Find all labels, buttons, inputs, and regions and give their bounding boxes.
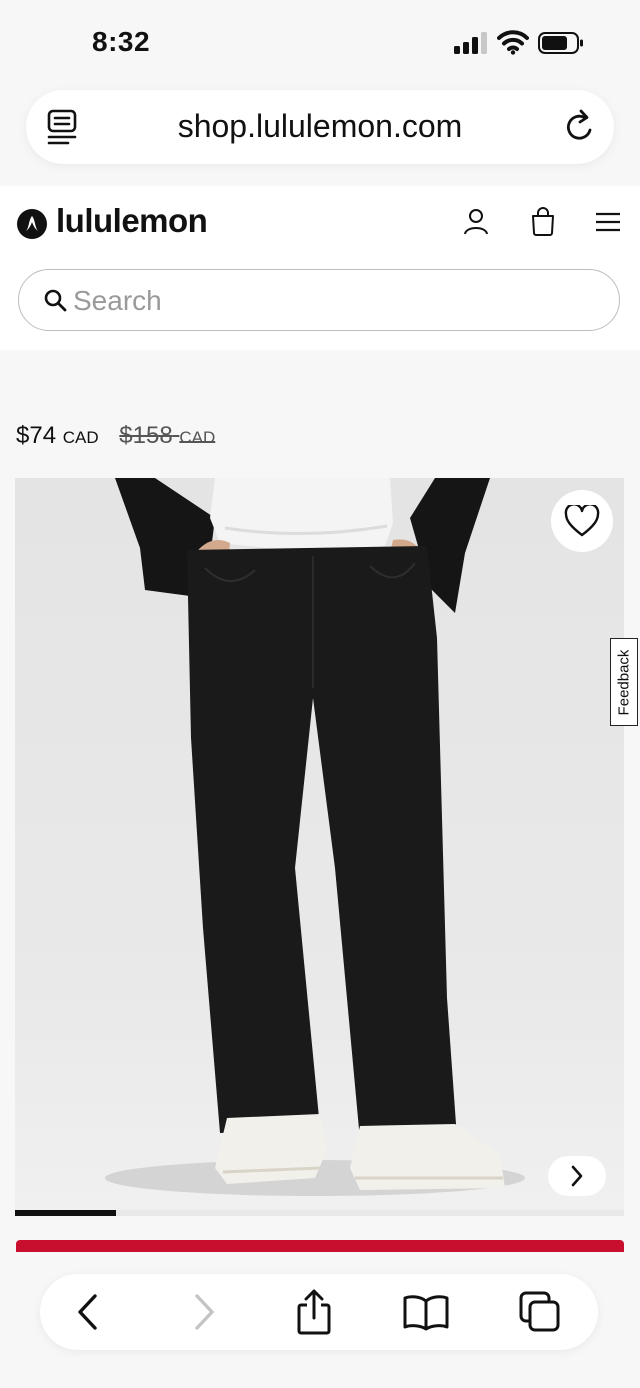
tabs-button[interactable]	[514, 1286, 566, 1338]
current-price-amount: $74	[16, 422, 57, 449]
search-input[interactable]	[71, 280, 595, 322]
wifi-icon	[497, 30, 529, 55]
gallery-progress-indicator	[15, 1210, 117, 1216]
original-price: $158 CAD	[119, 422, 215, 449]
bookmarks-button[interactable]	[400, 1286, 452, 1338]
gallery-progress-track	[15, 1210, 624, 1216]
price-row: $74 CAD $158 CAD	[16, 422, 215, 450]
back-icon	[78, 1294, 97, 1330]
brand-name[interactable]: lululemon	[56, 202, 208, 240]
search-box[interactable]	[18, 269, 620, 331]
original-price-currency: CAD	[179, 428, 216, 447]
menu-icon[interactable]	[594, 210, 622, 234]
cellular-signal-icon	[454, 32, 487, 54]
address-bar[interactable]: shop.lululemon.com	[26, 90, 614, 164]
feedback-tab[interactable]: Feedback	[610, 638, 638, 726]
tabs-icon	[519, 1291, 560, 1332]
original-price-amount: $158	[119, 422, 173, 449]
forward-button[interactable]	[178, 1286, 230, 1338]
feedback-label: Feedback	[615, 649, 633, 715]
next-image-button[interactable]	[548, 1156, 606, 1196]
site-header: lululemon	[0, 186, 640, 350]
add-to-bag-bar[interactable]	[16, 1240, 624, 1252]
bag-icon[interactable]	[530, 206, 556, 236]
product-image-gallery[interactable]	[15, 478, 624, 1210]
share-button[interactable]	[288, 1286, 340, 1338]
url-text[interactable]: shop.lululemon.com	[26, 108, 614, 145]
battery-icon	[538, 32, 583, 54]
search-icon	[44, 289, 67, 312]
lululemon-logo[interactable]	[16, 208, 48, 240]
wishlist-button[interactable]	[551, 490, 613, 552]
heart-icon	[564, 505, 600, 537]
back-button[interactable]	[62, 1286, 114, 1338]
product-photo	[105, 478, 525, 1196]
bookmarks-icon	[403, 1295, 449, 1331]
forward-icon	[195, 1294, 214, 1330]
status-bar: 8:32	[0, 0, 640, 86]
current-price: $74 CAD	[16, 422, 99, 449]
toolbar-pill	[40, 1274, 598, 1350]
chevron-right-icon	[571, 1165, 583, 1187]
reload-icon[interactable]	[562, 108, 598, 146]
status-time: 8:32	[92, 26, 151, 57]
browser-toolbar	[0, 1252, 640, 1388]
current-price-currency: CAD	[62, 428, 99, 447]
account-icon[interactable]	[462, 208, 490, 236]
share-icon	[297, 1289, 331, 1335]
